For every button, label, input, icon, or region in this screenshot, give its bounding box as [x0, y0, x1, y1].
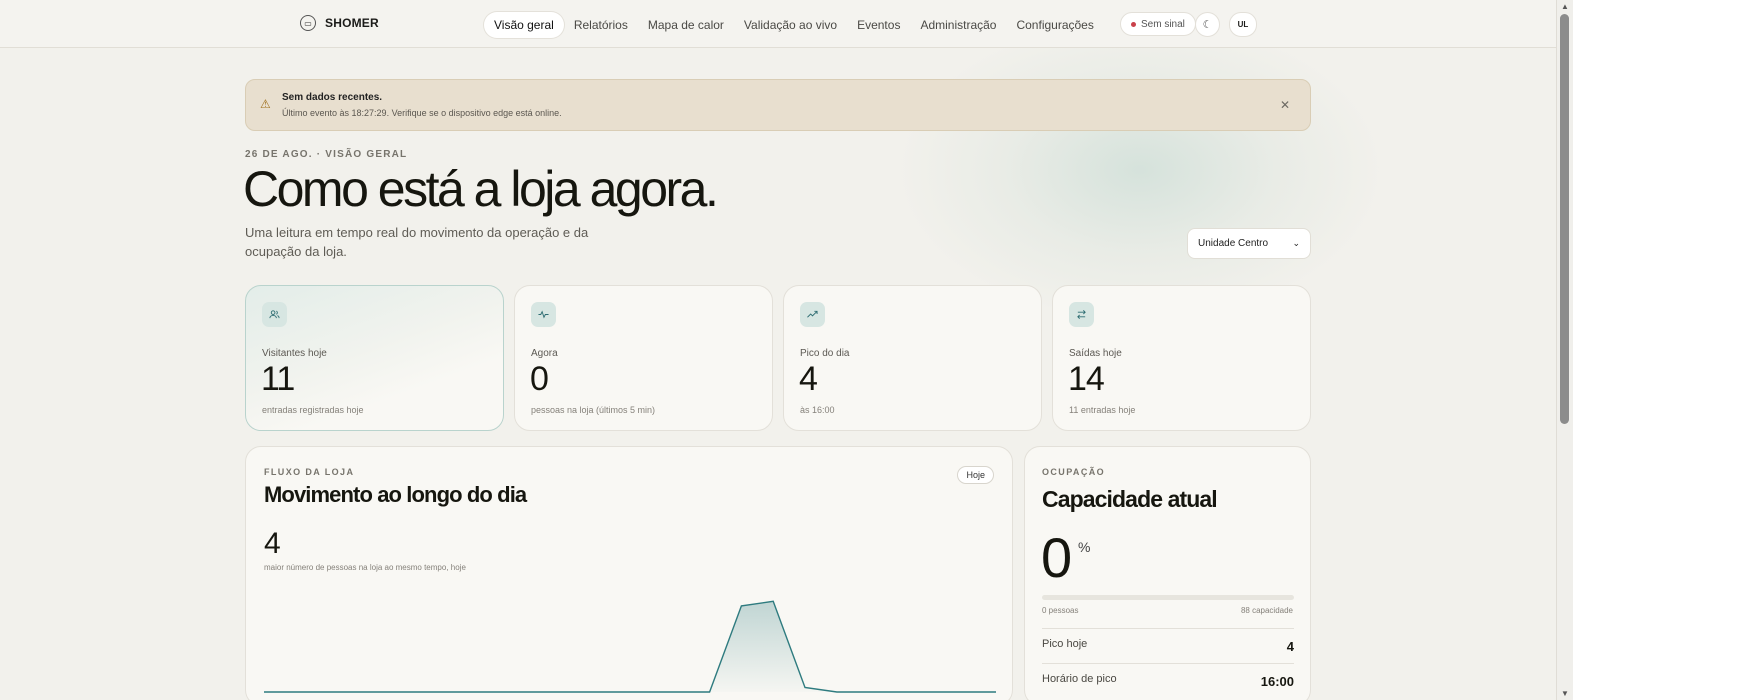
flow-eyebrow: FLUXO DA LOJA	[264, 467, 355, 477]
arrows-swap-icon	[1069, 302, 1094, 327]
kpi-value: 11	[261, 360, 295, 398]
nav-validacao-ao-vivo[interactable]: Validação ao vivo	[734, 12, 847, 38]
alert-message: Último evento às 18:27:29. Verifique se …	[282, 108, 562, 118]
warning-icon: ⚠	[260, 97, 271, 111]
row-value: 16:00	[1260, 674, 1294, 689]
store-select-value: Unidade Centro	[1198, 238, 1269, 249]
chevron-down-icon: ⌄	[1292, 238, 1300, 248]
kpi-value: 0	[530, 360, 549, 398]
page-subtitle: Uma leitura em tempo real do movimento d…	[245, 225, 589, 259]
kpi-note: às 16:00	[800, 405, 835, 415]
kpi-card-now[interactable]: Agora 0 pessoas na loja (últimos 5 min)	[514, 285, 773, 431]
flow-series-line	[264, 600, 996, 693]
theme-toggle-button[interactable]: ☾	[1195, 12, 1220, 37]
alert-title: Sem dados recentes.	[282, 92, 383, 103]
kpi-label: Saídas hoje	[1069, 348, 1122, 359]
occupancy-capacity: 88 capacidade	[1240, 606, 1293, 615]
kpi-label: Pico do dia	[800, 348, 850, 359]
store-flow-card: FLUXO DA LOJA Movimento ao longo do dia …	[245, 446, 1013, 700]
top-navbar: ▭ SHOMER Visão geral Relatórios Mapa de …	[0, 0, 1556, 48]
main-nav: Visão geral Relatórios Mapa de calor Val…	[484, 12, 1104, 38]
close-icon[interactable]: ✕	[1280, 98, 1290, 112]
trending-up-icon	[800, 302, 825, 327]
occupancy-eyebrow: OCUPAÇÃO	[1042, 467, 1106, 477]
page-eyebrow: 26 DE AGO. · VISÃO GERAL	[245, 149, 408, 160]
kpi-label: Agora	[531, 348, 558, 359]
signal-status-pill[interactable]: Sem sinal	[1120, 12, 1196, 36]
nav-visao-geral[interactable]: Visão geral	[484, 12, 564, 38]
period-chip-today[interactable]: Hoje	[957, 466, 994, 484]
row-label: Pico hoje	[1042, 638, 1088, 650]
kpi-label: Visitantes hoje	[262, 348, 327, 359]
scroll-up-arrow-icon[interactable]: ▲	[1561, 2, 1569, 11]
users-icon	[262, 302, 287, 327]
scroll-down-arrow-icon[interactable]: ▼	[1561, 689, 1569, 698]
occupancy-progress-bar	[1042, 595, 1294, 600]
vertical-scrollbar[interactable]: ▲ ▼	[1556, 0, 1573, 700]
flow-title: Movimento ao longo do dia	[264, 482, 527, 507]
blank-side-area	[1573, 0, 1742, 700]
flow-area-fill	[264, 601, 996, 692]
flow-peak-value: 4	[264, 527, 281, 560]
kpi-note: pessoas na loja (últimos 5 min)	[531, 405, 656, 415]
kpi-note: entradas registradas hoje	[262, 405, 364, 415]
store-select[interactable]: Unidade Centro ⌄	[1187, 228, 1311, 259]
user-avatar[interactable]: UL	[1229, 12, 1257, 37]
kpi-card-visitors[interactable]: Visitantes hoje 11 entradas registradas …	[245, 285, 504, 431]
no-recent-data-alert: ⚠ Sem dados recentes. Último evento às 1…	[245, 79, 1311, 131]
occupancy-row-peak-time: Horário de pico 16:00	[1042, 663, 1294, 697]
row-value: 4	[1286, 639, 1294, 654]
nav-eventos[interactable]: Eventos	[847, 12, 910, 38]
occupancy-card: OCUPAÇÃO Capacidade atual 0 % 0 pessoas …	[1024, 446, 1311, 700]
kpi-card-peak[interactable]: Pico do dia 4 às 16:00	[783, 285, 1042, 431]
row-label: Horário de pico	[1042, 673, 1117, 685]
nav-configuracoes[interactable]: Configurações	[1006, 12, 1103, 38]
kpi-card-exits[interactable]: Saídas hoje 14 11 entradas hoje	[1052, 285, 1311, 431]
brand[interactable]: ▭ SHOMER	[300, 15, 379, 31]
kpi-value: 14	[1068, 360, 1105, 398]
background-glow	[900, 20, 1380, 320]
status-dot-icon	[1131, 22, 1136, 27]
kpi-note: 11 entradas hoje	[1069, 405, 1136, 415]
page-title: Como está a loja agora.	[243, 161, 719, 217]
signal-status-label: Sem sinal	[1141, 18, 1185, 30]
occupancy-title: Capacidade atual	[1042, 486, 1218, 512]
bar-chart-logo-icon: ▭	[300, 15, 316, 31]
occupancy-value: 0	[1041, 526, 1072, 589]
nav-relatorios[interactable]: Relatórios	[564, 12, 638, 38]
occupancy-unit: %	[1078, 539, 1091, 555]
flow-area-chart[interactable]	[264, 582, 996, 700]
flow-peak-note: maior número de pessoas na loja ao mesmo…	[264, 563, 466, 572]
nav-mapa-de-calor[interactable]: Mapa de calor	[638, 12, 734, 38]
moon-icon: ☾	[1202, 19, 1213, 31]
pulse-icon	[531, 302, 556, 327]
occupancy-people: 0 pessoas	[1042, 606, 1079, 615]
nav-administracao[interactable]: Administração	[910, 12, 1006, 38]
occupancy-row-peak: Pico hoje 4	[1042, 628, 1294, 662]
kpi-value: 4	[799, 360, 818, 398]
scrollbar-thumb[interactable]	[1560, 14, 1569, 424]
brand-name: SHOMER	[325, 16, 379, 30]
